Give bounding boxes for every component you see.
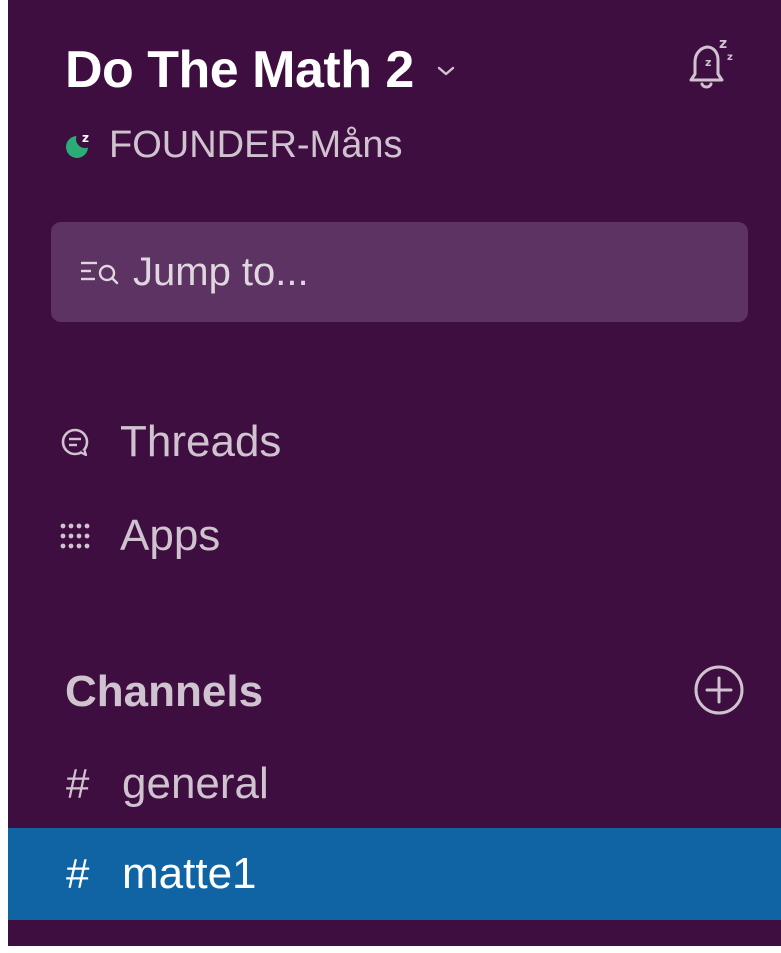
- channels-section-header: Channels: [65, 662, 747, 722]
- workspace-header: Do The Math 2 z z z: [65, 30, 741, 110]
- channel-hash-icon: #: [66, 760, 90, 807]
- jump-to-icon: [81, 261, 119, 285]
- channel-label: general: [122, 759, 269, 808]
- chevron-down-icon: [437, 66, 455, 76]
- user-status[interactable]: z FOUNDER-Måns: [65, 122, 402, 168]
- nav-threads[interactable]: Threads: [58, 416, 281, 468]
- channel-matte1[interactable]: # matte1: [8, 828, 781, 920]
- channels-title[interactable]: Channels: [65, 666, 263, 718]
- jump-to-label: Jump to...: [133, 249, 309, 294]
- add-circle-icon[interactable]: [691, 662, 747, 718]
- workspace-name: Do The Math 2: [65, 41, 414, 99]
- workspace-menu-button[interactable]: Do The Math 2: [65, 40, 458, 100]
- channel-label: matte1: [122, 849, 257, 898]
- threads-icon: [61, 428, 89, 457]
- svg-text:z: z: [719, 36, 727, 52]
- svg-text:z: z: [705, 56, 711, 69]
- sidebar: Do The Math 2 z z z z FOUNDER-Måns Jump …: [8, 0, 781, 946]
- nav-apps-label: Apps: [120, 511, 221, 560]
- presence-snooze-icon: z: [66, 130, 94, 158]
- nav-threads-label: Threads: [120, 417, 282, 466]
- bell-snooze-icon[interactable]: z z z: [671, 30, 741, 100]
- channel-general[interactable]: # general: [8, 738, 781, 830]
- svg-text:z: z: [82, 131, 89, 145]
- jump-to-button[interactable]: Jump to...: [51, 222, 748, 322]
- apps-grid-icon: [60, 523, 90, 549]
- nav-apps[interactable]: Apps: [58, 510, 220, 562]
- channel-hash-icon: #: [66, 850, 90, 897]
- user-name: FOUNDER-Måns: [109, 124, 403, 166]
- svg-text:z: z: [727, 52, 733, 63]
